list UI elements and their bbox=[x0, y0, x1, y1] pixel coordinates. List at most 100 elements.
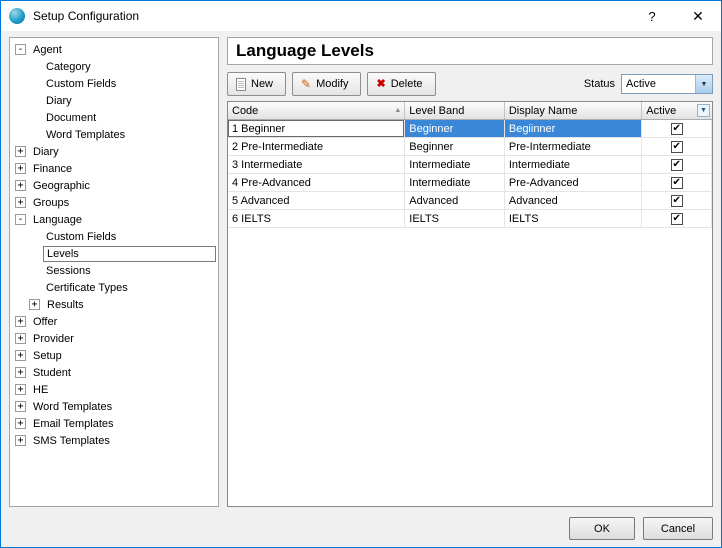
pencil-icon: ✎ bbox=[301, 78, 311, 90]
active-checkbox-checked[interactable]: ✔ bbox=[671, 195, 683, 207]
delete-button[interactable]: ✖ Delete bbox=[367, 72, 435, 96]
cell-active[interactable]: ✔ bbox=[642, 138, 712, 155]
tree-item-language-results[interactable]: + Results bbox=[10, 296, 218, 313]
table-row[interactable]: 4 Pre-Advanced Intermediate Pre-Advanced… bbox=[228, 174, 712, 192]
cell-code[interactable]: 3 Intermediate bbox=[228, 156, 405, 173]
tree-item-label: Sessions bbox=[43, 264, 94, 278]
tree-item-setup[interactable]: + Setup bbox=[10, 347, 218, 364]
expand-icon[interactable]: + bbox=[15, 316, 26, 327]
tree-item-student[interactable]: + Student bbox=[10, 364, 218, 381]
collapse-icon[interactable]: - bbox=[15, 44, 26, 55]
tree-item-word-templates[interactable]: + Word Templates bbox=[10, 398, 218, 415]
window-title: Setup Configuration bbox=[33, 9, 139, 23]
tree-item-language-certificate-types[interactable]: Certificate Types bbox=[10, 279, 218, 296]
cell-level-band[interactable]: Beginner bbox=[405, 138, 505, 155]
cell-code[interactable]: 5 Advanced bbox=[228, 192, 405, 209]
cell-code[interactable]: 1 Beginner bbox=[228, 120, 405, 137]
tree-item-label: Offer bbox=[30, 315, 60, 329]
table-row[interactable]: 5 Advanced Advanced Advanced ✔ bbox=[228, 192, 712, 210]
tree-item-provider[interactable]: + Provider bbox=[10, 330, 218, 347]
cell-display-name[interactable]: Pre-Advanced bbox=[505, 174, 642, 191]
cell-level-band[interactable]: Intermediate bbox=[405, 156, 505, 173]
filter-icon[interactable]: ▼ bbox=[697, 104, 710, 117]
cell-display-name[interactable]: Intermediate bbox=[505, 156, 642, 173]
expand-icon[interactable]: + bbox=[15, 333, 26, 344]
expand-icon[interactable]: + bbox=[15, 350, 26, 361]
cancel-button[interactable]: Cancel bbox=[643, 517, 713, 540]
tree-item-agent-custom-fields[interactable]: Custom Fields bbox=[10, 75, 218, 92]
page-title: Language Levels bbox=[236, 41, 374, 61]
page-header: Language Levels bbox=[227, 37, 713, 65]
tree-item-agent-diary[interactable]: Diary bbox=[10, 92, 218, 109]
cell-active[interactable]: ✔ bbox=[642, 174, 712, 191]
cell-level-band[interactable]: Advanced bbox=[405, 192, 505, 209]
tree-item-label: Document bbox=[43, 111, 99, 125]
help-icon: ? bbox=[648, 9, 655, 24]
tree-item-agent[interactable]: - Agent bbox=[10, 41, 218, 58]
tree-item-agent-category[interactable]: Category bbox=[10, 58, 218, 75]
cell-level-band[interactable]: Beginner bbox=[405, 120, 505, 137]
tree-item-geographic[interactable]: + Geographic bbox=[10, 177, 218, 194]
check-icon: ✔ bbox=[672, 142, 680, 152]
active-checkbox-checked[interactable]: ✔ bbox=[671, 141, 683, 153]
modify-button[interactable]: ✎ Modify bbox=[292, 72, 361, 96]
table-row[interactable]: 1 Beginner Beginner Begiinner ✔ bbox=[228, 120, 712, 138]
status-label: Status bbox=[584, 78, 615, 90]
tree-item-sms-templates[interactable]: + SMS Templates bbox=[10, 432, 218, 449]
expand-icon[interactable]: + bbox=[15, 435, 26, 446]
column-header-code[interactable]: Code ▲ bbox=[228, 102, 405, 119]
cell-display-name[interactable]: Begiinner bbox=[505, 120, 642, 137]
tree-item-groups[interactable]: + Groups bbox=[10, 194, 218, 211]
tree-item-language[interactable]: - Language bbox=[10, 211, 218, 228]
close-button[interactable]: ✕ bbox=[683, 1, 713, 31]
expand-icon[interactable]: + bbox=[15, 163, 26, 174]
tree-item-agent-document[interactable]: Document bbox=[10, 109, 218, 126]
expand-icon[interactable]: + bbox=[15, 418, 26, 429]
active-checkbox-checked[interactable]: ✔ bbox=[671, 159, 683, 171]
cell-active[interactable]: ✔ bbox=[642, 192, 712, 209]
expand-icon[interactable]: + bbox=[29, 299, 40, 310]
cell-display-name[interactable]: IELTS bbox=[505, 210, 642, 227]
cell-display-name[interactable]: Advanced bbox=[505, 192, 642, 209]
ok-button[interactable]: OK bbox=[569, 517, 635, 540]
collapse-icon[interactable]: - bbox=[15, 214, 26, 225]
tree-item-finance[interactable]: + Finance bbox=[10, 160, 218, 177]
cell-display-name[interactable]: Pre-Intermediate bbox=[505, 138, 642, 155]
expand-icon[interactable]: + bbox=[15, 367, 26, 378]
active-checkbox-checked[interactable]: ✔ bbox=[671, 213, 683, 225]
expand-icon[interactable]: + bbox=[15, 146, 26, 157]
expand-icon[interactable]: + bbox=[15, 180, 26, 191]
expand-icon[interactable]: + bbox=[15, 384, 26, 395]
expand-icon[interactable]: + bbox=[15, 197, 26, 208]
status-dropdown[interactable]: Active ▼ bbox=[621, 74, 713, 94]
tree-item-diary[interactable]: + Diary bbox=[10, 143, 218, 160]
column-header-display-name[interactable]: Display Name bbox=[505, 102, 642, 119]
tree-item-he[interactable]: + HE bbox=[10, 381, 218, 398]
help-button[interactable]: ? bbox=[637, 1, 667, 31]
cell-code[interactable]: 6 IELTS bbox=[228, 210, 405, 227]
cell-level-band[interactable]: IELTS bbox=[405, 210, 505, 227]
active-checkbox-checked[interactable]: ✔ bbox=[671, 123, 683, 135]
tree-item-offer[interactable]: + Offer bbox=[10, 313, 218, 330]
tree-item-language-sessions[interactable]: Sessions bbox=[10, 262, 218, 279]
table-row[interactable]: 2 Pre-Intermediate Beginner Pre-Intermed… bbox=[228, 138, 712, 156]
new-button[interactable]: New bbox=[227, 72, 286, 96]
tree-item-agent-word-templates[interactable]: Word Templates bbox=[10, 126, 218, 143]
cell-active[interactable]: ✔ bbox=[642, 210, 712, 227]
tree-item-label: Levels bbox=[43, 246, 216, 262]
cell-code[interactable]: 4 Pre-Advanced bbox=[228, 174, 405, 191]
cell-active[interactable]: ✔ bbox=[642, 156, 712, 173]
column-header-level-band[interactable]: Level Band bbox=[405, 102, 505, 119]
tree-item-language-levels[interactable]: Levels bbox=[10, 245, 218, 262]
active-checkbox-checked[interactable]: ✔ bbox=[671, 177, 683, 189]
column-header-active[interactable]: Active ▼ bbox=[642, 102, 712, 119]
tree-item-email-templates[interactable]: + Email Templates bbox=[10, 415, 218, 432]
table-row[interactable]: 6 IELTS IELTS IELTS ✔ bbox=[228, 210, 712, 228]
cell-level-band[interactable]: Intermediate bbox=[405, 174, 505, 191]
cell-active[interactable]: ✔ bbox=[642, 120, 712, 137]
tree-item-language-custom-fields[interactable]: Custom Fields bbox=[10, 228, 218, 245]
expand-icon[interactable]: + bbox=[15, 401, 26, 412]
table-row[interactable]: 3 Intermediate Intermediate Intermediate… bbox=[228, 156, 712, 174]
check-icon: ✔ bbox=[672, 196, 680, 206]
cell-code[interactable]: 2 Pre-Intermediate bbox=[228, 138, 405, 155]
